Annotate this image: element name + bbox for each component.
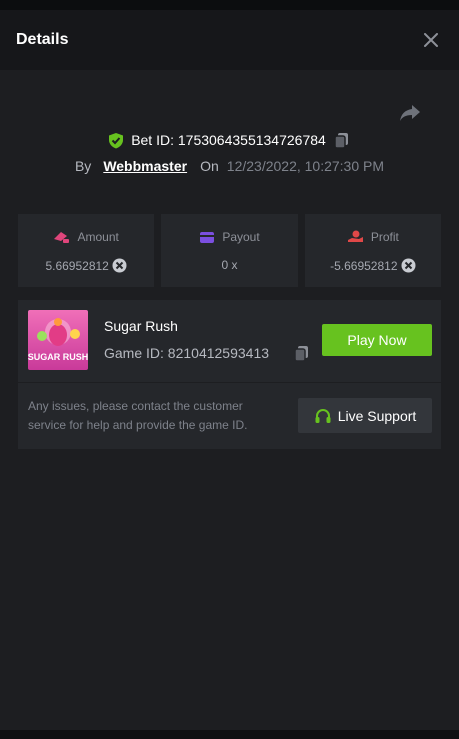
- divider: [18, 382, 441, 383]
- bet-stats: Amount 5.66952812 Payout 0 x Profit -5.6…: [18, 214, 441, 287]
- copy-bet-id-icon[interactable]: [333, 131, 351, 149]
- modal-title: Details: [16, 31, 69, 48]
- stat-value: 0 x: [221, 258, 238, 272]
- amount-icon: [53, 230, 70, 244]
- by-label: By: [74, 158, 92, 174]
- profit-icon: [347, 230, 364, 244]
- stat-profit: Profit -5.66952812: [304, 214, 441, 287]
- stat-value: -5.66952812: [330, 258, 398, 273]
- top-strip: [0, 0, 459, 10]
- stat-payout: Payout 0 x: [161, 214, 298, 287]
- stat-amount: Amount 5.66952812: [18, 214, 155, 287]
- stat-label: Profit: [370, 230, 399, 244]
- coin-icon: [401, 258, 416, 273]
- game-thumbnail[interactable]: SUGAR RUSH: [28, 310, 88, 370]
- play-now-button[interactable]: Play Now: [322, 324, 432, 356]
- stat-label: Payout: [222, 230, 260, 244]
- live-support-button[interactable]: Live Support: [298, 398, 432, 433]
- bet-id-row: Bet ID: 1753064355134726784: [0, 131, 459, 149]
- share-icon[interactable]: [398, 100, 422, 124]
- bet-id: Bet ID: 1753064355134726784: [131, 132, 326, 148]
- shield-check-icon: [108, 132, 124, 149]
- issue-text: Any issues, please contact the customer …: [28, 399, 248, 432]
- thumb-label: SUGAR RUSH: [28, 352, 88, 362]
- bet-date: 12/23/2022, 10:27:30 PM: [226, 158, 385, 174]
- payout-icon: [199, 231, 215, 244]
- bet-byline: By Webbmaster On 12/23/2022, 10:27:30 PM: [0, 158, 459, 174]
- stat-value: 5.66952812: [45, 258, 109, 273]
- game-card: SUGAR RUSH Sugar Rush Game ID: 821041259…: [18, 300, 441, 449]
- on-label: On: [200, 158, 219, 174]
- live-support-label: Live Support: [337, 407, 417, 424]
- copy-game-id-icon[interactable]: [293, 344, 311, 362]
- headset-icon: [314, 407, 332, 425]
- user-link[interactable]: Webbmaster: [103, 158, 187, 174]
- game-name: Sugar Rush: [104, 318, 178, 334]
- game-id: Game ID: 8210412593413: [104, 345, 270, 361]
- coin-icon: [112, 258, 127, 273]
- modal-header: Details: [0, 10, 459, 70]
- stat-label: Amount: [77, 230, 119, 244]
- close-icon[interactable]: [419, 28, 443, 52]
